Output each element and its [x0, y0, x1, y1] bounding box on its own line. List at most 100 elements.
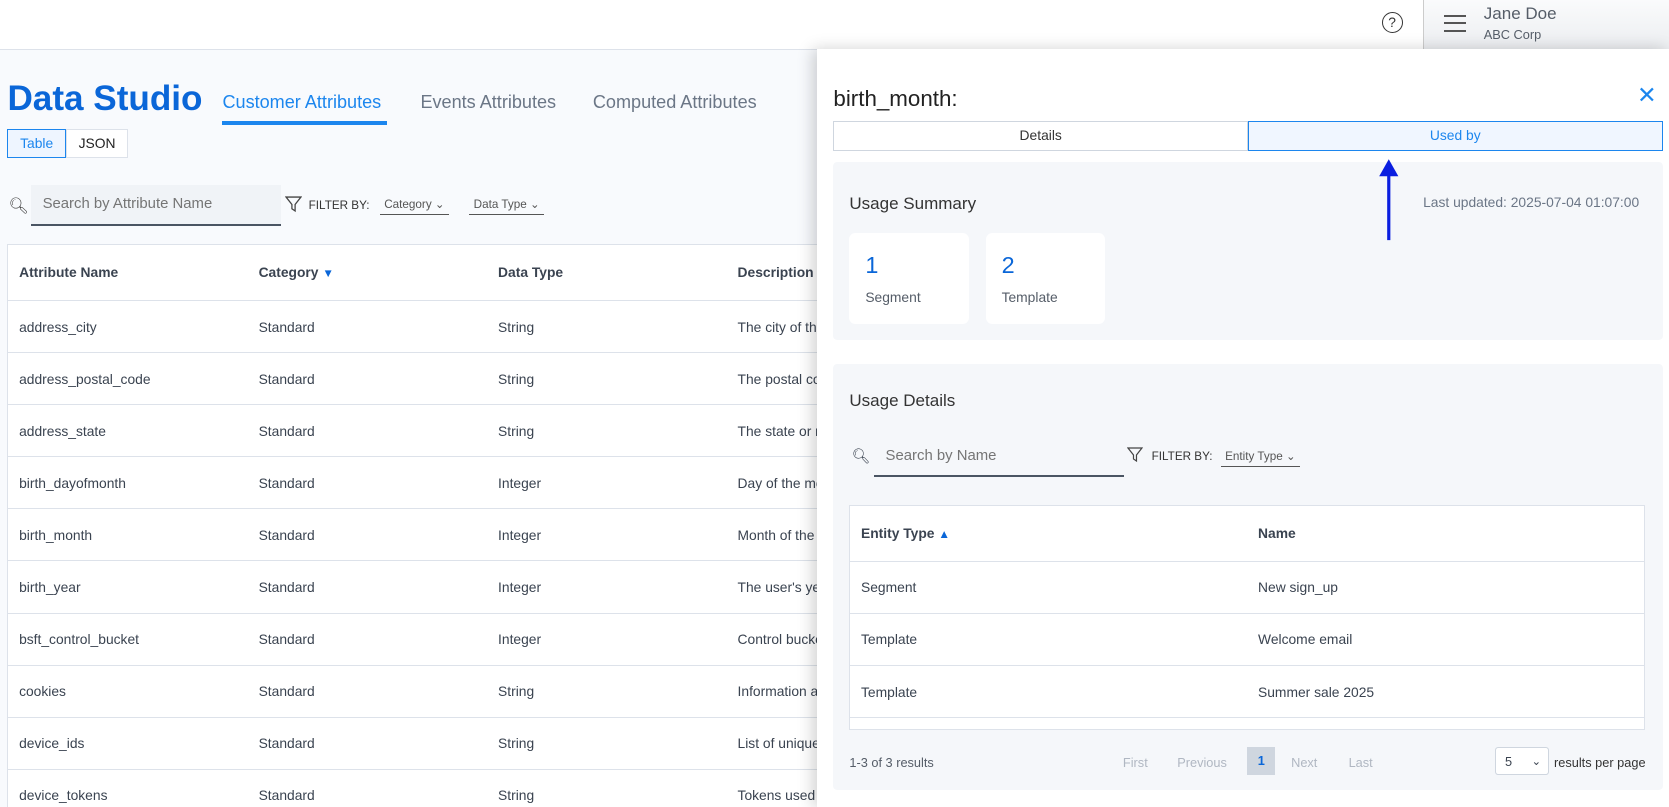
table-cell: String: [498, 318, 535, 335]
table-cell: Standard: [258, 735, 315, 752]
usage-table: Entity Type ▲ Name Segment New sign_up Tem…: [849, 504, 1646, 731]
hamburger-icon[interactable]: [1444, 14, 1466, 37]
table-cell: String: [498, 683, 535, 700]
table-cell: Integer: [498, 631, 542, 648]
results-count: 1-3 of 3 results: [849, 754, 934, 770]
per-page-label: results per page: [1554, 754, 1646, 770]
chevron-down-icon: ⌄: [1285, 450, 1296, 464]
usage-summary-card: Usage Summary Last updated: 2025-07-04 0…: [833, 161, 1663, 340]
json-view-button[interactable]: JSON: [65, 128, 129, 159]
panel-title: birth_month:: [833, 86, 958, 112]
usage-search-input[interactable]: [873, 436, 1124, 477]
table-cell: Standard: [258, 683, 315, 700]
table-cell: Integer: [498, 474, 542, 491]
filter-icon: [1127, 447, 1144, 463]
entity-type-filter[interactable]: Entity Type ⌄: [1220, 449, 1300, 468]
table-cell: cookies: [19, 683, 66, 700]
stat-segment: 1 Segment: [849, 233, 969, 324]
table-row[interactable]: Template Welcome email: [850, 614, 1645, 666]
table-cell: device_ids: [19, 735, 85, 752]
last-updated: Last updated: 2025-07-04 01:07:00: [1423, 193, 1640, 210]
user-name: Jane Doe: [1483, 4, 1557, 24]
last-page-button[interactable]: Last: [1349, 755, 1373, 770]
search-icon: 🔍︎: [851, 449, 871, 466]
table-cell: Standard: [258, 474, 315, 491]
column-header[interactable]: Data Type: [487, 264, 726, 280]
per-page-select[interactable]: 5 ⌄: [1495, 747, 1549, 775]
usage-details-title: Usage Details: [849, 390, 956, 410]
panel-tabs: Details Used by: [833, 121, 1663, 152]
tab-customer-attributes[interactable]: Customer Attributes: [222, 92, 381, 113]
tab-computed-attributes[interactable]: Computed Attributes: [593, 92, 757, 113]
table-cell: bsft_control_bucket: [19, 631, 139, 648]
filter-icon: [285, 196, 303, 212]
table-cell: Standard: [258, 787, 315, 804]
table-row[interactable]: Template Summer sale 2025: [850, 666, 1645, 719]
table-cell: Template: [861, 683, 918, 700]
table-cell: String: [498, 422, 535, 439]
category-filter[interactable]: Category ⌄: [379, 197, 449, 216]
column-header-category[interactable]: Category ▼: [248, 264, 487, 280]
filter-label: FILTER BY:: [308, 199, 370, 213]
table-header: Entity Type ▲ Name: [850, 506, 1645, 562]
user-org: ABC Corp: [1483, 26, 1542, 42]
search-icon: 🔍︎: [8, 197, 29, 215]
table-cell: Template: [861, 631, 918, 648]
table-cell: New sign_up: [1258, 579, 1338, 596]
table-cell: address_postal_code: [19, 370, 151, 387]
annotation-arrow: [1379, 159, 1399, 241]
table-cell: String: [498, 787, 535, 804]
table-cell: address_state: [19, 422, 106, 439]
attribute-detail-panel: birth_month: ✕ Details Used by Usage Sum…: [817, 48, 1669, 807]
table-cell: Standard: [258, 318, 315, 335]
next-page-button[interactable]: Next: [1291, 755, 1317, 770]
data-type-filter[interactable]: Data Type ⌄: [469, 197, 544, 216]
usage-summary-title: Usage Summary: [849, 193, 977, 213]
table-cell: birth_month: [19, 526, 93, 543]
active-tab-indicator: [222, 121, 388, 125]
table-cell: Integer: [498, 579, 542, 595]
table-cell: Standard: [258, 631, 315, 648]
tab-events-attributes[interactable]: Events Attributes: [420, 92, 556, 113]
category-filter-label: Category: [384, 197, 432, 211]
table-view-button[interactable]: Table: [7, 128, 66, 159]
sort-desc-icon: ▼: [322, 267, 334, 281]
table-cell: Standard: [258, 579, 315, 595]
chevron-down-icon: ⌄: [529, 197, 540, 211]
filter-label: FILTER BY:: [1151, 450, 1213, 464]
table-cell: Welcome email: [1258, 631, 1353, 648]
column-header-entity-type[interactable]: Entity Type ▲: [850, 525, 1247, 541]
previous-page-button[interactable]: Previous: [1177, 755, 1227, 770]
table-cell: address_city: [19, 318, 97, 335]
table-cell: String: [498, 735, 535, 752]
chevron-down-icon: ⌄: [434, 197, 445, 211]
first-page-button[interactable]: First: [1123, 755, 1148, 770]
table-cell: Standard: [258, 422, 315, 439]
search-input[interactable]: [30, 185, 281, 226]
stat-template: 2 Template: [985, 233, 1105, 324]
tab-details[interactable]: Details: [833, 121, 1248, 152]
table-row[interactable]: Segment New sign_up: [850, 562, 1645, 614]
top-bar: ? Jane Doe ABC Corp: [0, 0, 1669, 50]
table-cell: Standard: [258, 526, 315, 543]
page-1-button[interactable]: 1: [1247, 747, 1276, 775]
page-title: Data Studio: [7, 78, 203, 118]
table-cell: device_tokens: [19, 787, 108, 804]
chevron-down-icon: ⌄: [1531, 755, 1542, 769]
close-icon[interactable]: ✕: [1637, 81, 1657, 109]
table-cell: birth_year: [19, 579, 81, 595]
help-icon[interactable]: ?: [1381, 11, 1403, 33]
table-cell: Integer: [498, 526, 542, 543]
table-cell: Summer sale 2025: [1258, 683, 1375, 700]
data-type-filter-label: Data Type: [473, 197, 527, 211]
sort-asc-icon: ▲: [938, 528, 950, 542]
tab-used-by[interactable]: Used by: [1247, 121, 1663, 152]
entity-type-filter-label: Entity Type: [1225, 450, 1283, 464]
view-toggle: Table JSON: [7, 128, 129, 159]
table-cell: String: [498, 370, 535, 387]
table-cell: birth_dayofmonth: [19, 474, 126, 491]
column-header[interactable]: Name: [1247, 525, 1644, 541]
column-header[interactable]: Attribute Name: [8, 264, 247, 280]
table-cell: Standard: [258, 370, 315, 387]
usage-details-card: Usage Details 🔍︎ FILTER BY: Entity Type …: [833, 364, 1663, 790]
